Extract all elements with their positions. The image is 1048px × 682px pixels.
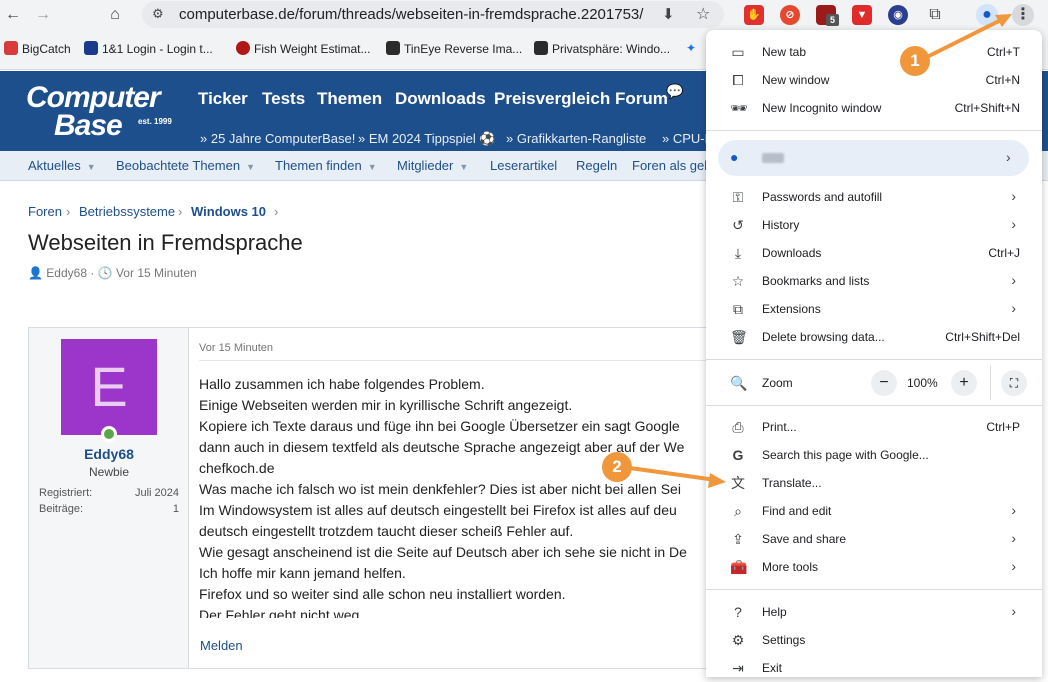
annotation-badge-1: 1 xyxy=(900,46,930,76)
annotation-arrowhead-2 xyxy=(708,473,726,488)
annotation-arrows xyxy=(628,14,1012,488)
annotation-arrow-1 xyxy=(923,16,1007,60)
annotation-badge-2: 2 xyxy=(602,452,632,482)
annotation-arrow-2 xyxy=(628,466,718,482)
